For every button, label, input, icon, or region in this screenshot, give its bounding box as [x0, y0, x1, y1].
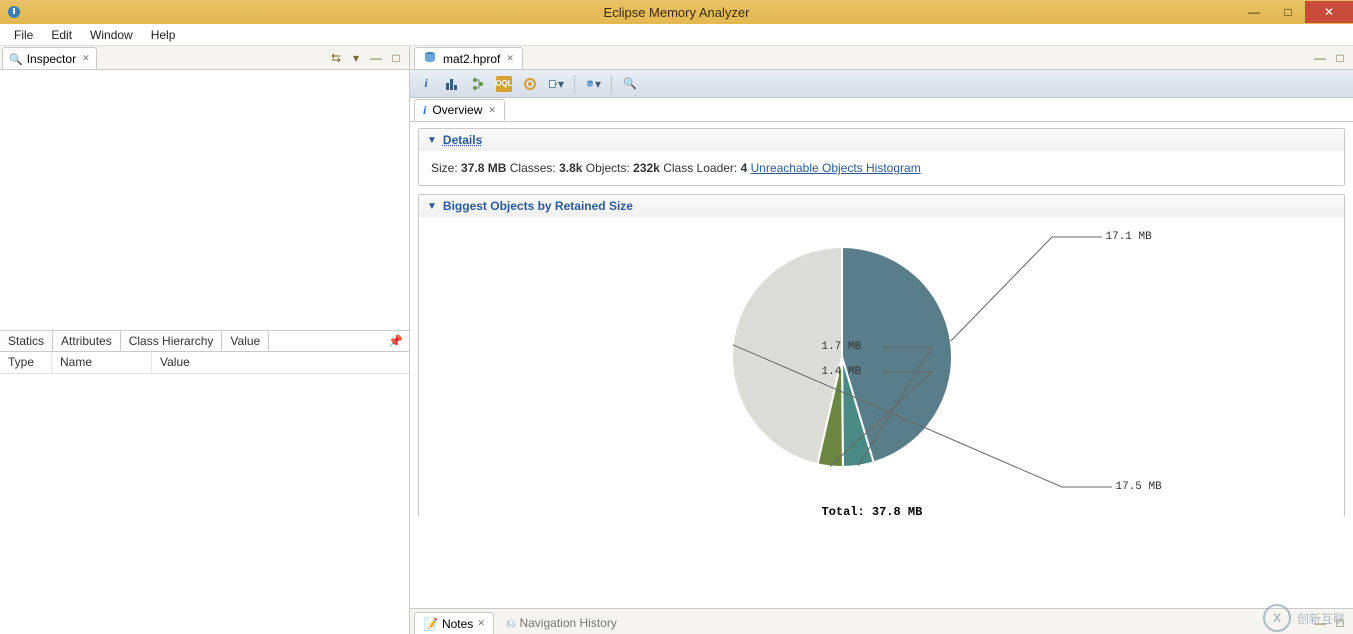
biggest-section-header[interactable]: ▼ Biggest Objects by Retained Size	[419, 195, 1344, 217]
query-browser-icon[interactable]: ▾	[585, 76, 601, 92]
editor-tab-mat2[interactable]: mat2.hprof ✕	[414, 47, 523, 69]
details-title: Details	[443, 133, 482, 147]
search-icon[interactable]	[622, 76, 638, 92]
minimize-editor-icon[interactable]: —	[1313, 51, 1327, 65]
close-button[interactable]: ✕	[1305, 1, 1353, 23]
pie-slice-label: 1.7 MB	[822, 341, 862, 353]
maximize-view-icon[interactable]: □	[389, 51, 403, 65]
twistie-icon: ▼	[427, 201, 437, 212]
info-icon[interactable]: i	[418, 76, 434, 92]
nav-history-icon: ⎌	[506, 616, 516, 631]
inspector-tab-label: Inspector	[27, 52, 76, 66]
menu-help[interactable]: Help	[143, 26, 184, 44]
tab-statics[interactable]: Statics	[0, 331, 53, 351]
biggest-title: Biggest Objects by Retained Size	[443, 199, 633, 213]
menu-edit[interactable]: Edit	[43, 26, 80, 44]
window-title: Eclipse Memory Analyzer	[604, 5, 750, 20]
col-value[interactable]: Value	[152, 352, 409, 373]
view-menu-icon[interactable]: ▾	[349, 51, 363, 65]
oql-icon[interactable]: OQL	[496, 76, 512, 92]
notes-icon: 📝	[423, 617, 438, 631]
twistie-icon: ▼	[427, 135, 437, 146]
navigation-history-tab[interactable]: ⎌ Navigation History	[498, 612, 625, 634]
inspector-table-body	[0, 374, 409, 634]
pie-total-label: Total: 37.8 MB	[822, 505, 923, 519]
menubar: File Edit Window Help	[0, 24, 1353, 46]
notes-label: Notes	[442, 617, 473, 631]
overview-info-icon: i	[423, 103, 426, 118]
thread-icon[interactable]	[522, 76, 538, 92]
histogram-icon[interactable]	[444, 76, 460, 92]
pie-slice-label: 17.1 MB	[1106, 231, 1152, 243]
close-overview-icon[interactable]: ✕	[488, 105, 496, 116]
run-report-icon[interactable]: ▾	[548, 76, 564, 92]
inspector-tab[interactable]: Inspector ✕	[2, 47, 97, 69]
heap-file-icon	[423, 50, 437, 67]
watermark: X 创新互联	[1263, 604, 1345, 632]
details-line: Size: 37.8 MB Classes: 3.8k Objects: 232…	[431, 161, 921, 175]
maximize-button[interactable]: □	[1271, 1, 1305, 23]
magnifier-icon	[9, 52, 23, 66]
mat-toolbar: i OQL ▾ ▾	[410, 70, 1353, 98]
overview-tab[interactable]: i Overview ✕	[414, 99, 505, 121]
editor-tab-label: mat2.hprof	[443, 52, 500, 66]
maximize-editor-icon[interactable]: □	[1333, 51, 1347, 65]
tree-icon[interactable]	[470, 76, 486, 92]
app-icon	[6, 4, 22, 20]
close-editor-icon[interactable]: ✕	[506, 53, 514, 64]
pie-slice-label: 1.4 MB	[822, 366, 862, 378]
menu-window[interactable]: Window	[82, 26, 141, 44]
nav-history-label: Navigation History	[519, 616, 616, 630]
inspector-empty-area	[0, 70, 409, 330]
col-name[interactable]: Name	[52, 352, 152, 373]
details-section-header[interactable]: ▼ Details	[419, 129, 1344, 151]
unreachable-link[interactable]: Unreachable Objects Histogram	[751, 161, 921, 175]
minimize-view-icon[interactable]: —	[369, 51, 383, 65]
notes-tab[interactable]: 📝 Notes ✕	[414, 612, 494, 634]
tab-attributes[interactable]: Attributes	[53, 331, 121, 351]
inspector-table-header: Type Name Value	[0, 352, 409, 374]
minimize-button[interactable]: —	[1237, 1, 1271, 23]
tab-class-hierarchy[interactable]: Class Hierarchy	[121, 331, 223, 351]
pie-slice-label: 17.5 MB	[1116, 481, 1162, 493]
details-section: ▼ Details Size: 37.8 MB Classes: 3.8k Ob…	[418, 128, 1345, 186]
pin-icon[interactable]: 📌	[382, 331, 409, 351]
link-icon[interactable]: ⇆	[329, 51, 343, 65]
close-notes-icon[interactable]: ✕	[477, 618, 485, 629]
col-type[interactable]: Type	[0, 352, 52, 373]
tab-value[interactable]: Value	[222, 331, 269, 351]
overview-tab-label: Overview	[432, 103, 482, 117]
biggest-section: ▼ Biggest Objects by Retained Size 17.1 …	[418, 194, 1345, 517]
pie-chart[interactable]: 17.1 MB 1.7 MB 1.4 MB 17.5 MB Total: 37.8 MB	[419, 217, 1344, 517]
close-inspector-icon[interactable]: ✕	[80, 53, 90, 64]
menu-file[interactable]: File	[6, 26, 41, 44]
